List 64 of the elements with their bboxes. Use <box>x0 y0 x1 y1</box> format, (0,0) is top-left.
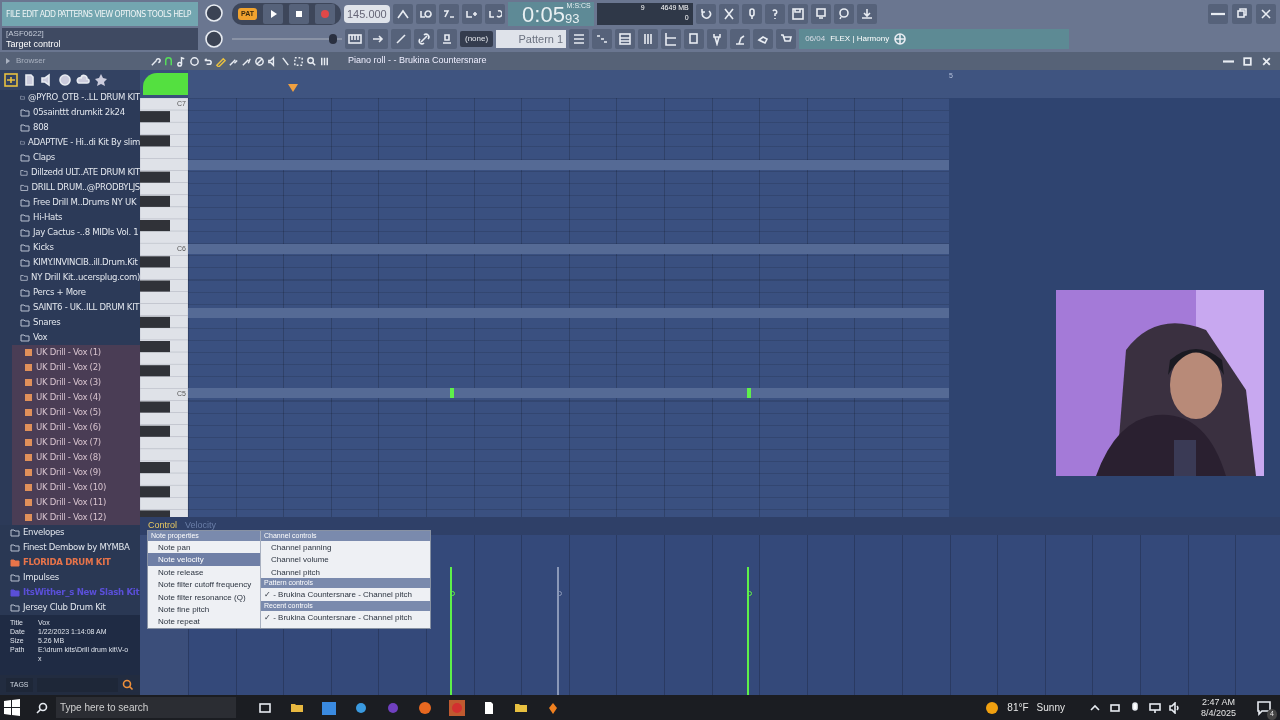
browser-item[interactable]: UK Drill - Vox (2) <box>12 360 140 375</box>
browser-item[interactable]: Jersey Club Drum Kit <box>10 600 140 615</box>
menu-item[interactable]: Note velocity <box>148 553 260 566</box>
browser-item[interactable]: UK Drill - Vox (4) <box>12 390 140 405</box>
browser-item[interactable]: UK Drill - Vox (5) <box>12 405 140 420</box>
browser-item[interactable]: Dillzedd ULT..ATE DRUM KIT <box>20 165 140 180</box>
clock-time: 2:47 AM <box>1201 696 1235 708</box>
menu-item[interactable]: Note pan <box>148 541 260 554</box>
menu-item[interactable]: Channel panning <box>261 541 430 554</box>
menu-item[interactable]: Note filter resonance (Q) <box>148 590 260 603</box>
browser-item[interactable]: UK Drill - Vox (3) <box>12 375 140 390</box>
browser-item[interactable]: @PYRO_OTB -..LL DRUM KIT <box>20 90 140 105</box>
parameter-label: Velocity <box>185 519 217 533</box>
browser-item[interactable]: UK Drill - Vox (7) <box>12 435 140 450</box>
browser-item[interactable]: SAINT6 - UK..ILL DRUM KIT <box>20 300 140 315</box>
menu-item[interactable]: ✓ - Brukina Countersnare - Channel pitch <box>261 588 430 601</box>
browser-item[interactable]: Claps <box>20 150 140 165</box>
browser-item[interactable]: UK Drill - Vox (6) <box>12 420 140 435</box>
menu-item[interactable]: ✓ - Brukina Countersnare - Channel pitch <box>261 610 430 623</box>
browser-item[interactable]: DRILL DRUM..@PRODBYLJS <box>20 180 140 195</box>
piano-roll-title: Piano roll - - Brukina Countersnare <box>348 54 487 68</box>
browser-item[interactable]: 808 <box>20 120 140 135</box>
taskbar-search-field[interactable]: Type here to search <box>56 697 236 718</box>
menu-item[interactable]: Note repeat <box>148 615 260 628</box>
pattern-selector[interactable]: (none) <box>460 31 494 47</box>
tempo-field[interactable]: 145.000 <box>343 4 390 24</box>
browser-item[interactable]: Snares <box>20 315 140 330</box>
browser-item[interactable]: 05sainttt drumkit 2k24 <box>20 105 140 120</box>
browser-item[interactable]: Kicks <box>20 240 140 255</box>
menu-item[interactable]: Channel pitch <box>261 565 430 579</box>
menu-item[interactable]: Note fine pitch <box>148 602 260 616</box>
browser-item[interactable]: Percs + More <box>20 285 140 300</box>
browser-item[interactable]: UK Drill - Vox (9) <box>12 465 140 480</box>
song-time-fraction: 93 <box>564 12 580 26</box>
browser-item[interactable]: FLORIDA DRUM KIT <box>10 555 140 570</box>
browser-item[interactable]: KIMY.INVINCIB..ill.Drum.Kit <box>20 255 140 270</box>
browser-item[interactable]: UK Drill - Vox (10) <box>12 480 140 495</box>
menu-item[interactable]: Channel volume <box>261 553 430 566</box>
news-date: 06/04 <box>805 33 826 45</box>
hint-code: [ASF0622] <box>6 29 45 39</box>
menu-item[interactable]: Note filter cutoff frequency <box>148 578 260 591</box>
browser-item[interactable]: UK Drill - Vox (8) <box>12 450 140 465</box>
browser-item[interactable]: Impulses <box>10 570 140 585</box>
control-dropdown[interactable]: Control <box>148 519 177 533</box>
browser-title: Browser <box>16 55 46 67</box>
browser-item[interactable]: Jay Cactus -..8 MIDIs Vol. 1 <box>20 225 140 240</box>
weather-text: Sunny <box>1036 701 1065 715</box>
pattern-name-field[interactable]: Pattern 1 <box>496 29 567 49</box>
browser-item[interactable]: Hi-Hats <box>20 210 140 225</box>
browser-item[interactable]: Vox <box>20 330 140 345</box>
temperature: 81°F <box>1007 701 1029 715</box>
news-text: FLEX | Harmony <box>830 33 890 45</box>
browser-item[interactable]: NY Drill Kit..ucersplug.com) <box>20 270 140 285</box>
browser-item[interactable]: Envelopes <box>10 525 140 540</box>
clock-date: 8/4/2025 <box>1200 707 1236 719</box>
browser-item[interactable]: UK Drill - Vox (12) <box>12 510 140 525</box>
browser-item[interactable]: UK Drill - Vox (11) <box>12 495 140 510</box>
browser-item[interactable]: ADAPTIVE - Hi..di Kit By slim <box>20 135 140 150</box>
hint-text: Target control <box>6 39 62 49</box>
browser-item[interactable]: Free Drill M..Drums NY UK <box>20 195 140 210</box>
browser-item[interactable]: Finest Dembow by MYMBA <box>10 540 140 555</box>
browser-item[interactable]: UK Drill - Vox (1) <box>12 345 140 360</box>
menu-item[interactable]: Note release <box>148 565 260 579</box>
song-time: 0:05 <box>522 4 565 26</box>
